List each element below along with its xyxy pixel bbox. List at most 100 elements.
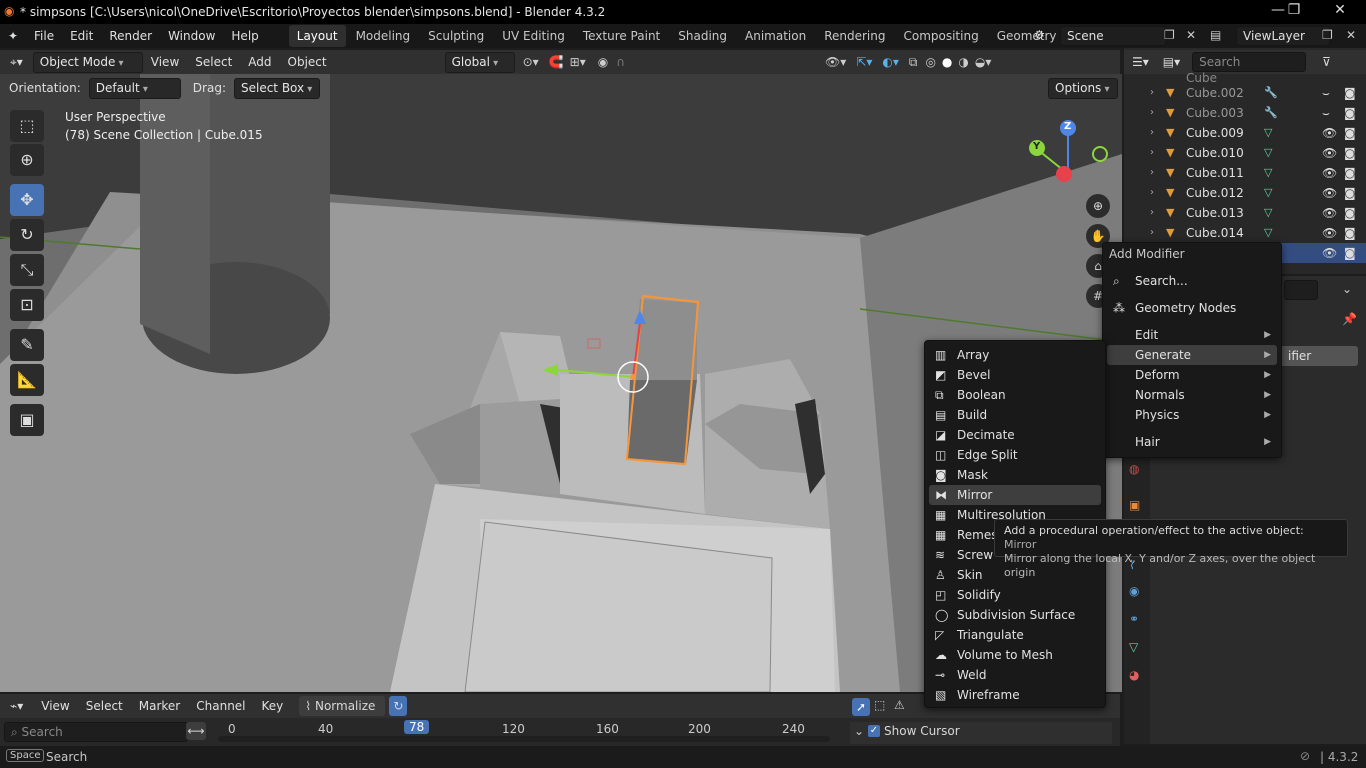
current-frame-indicator[interactable]: 78 xyxy=(404,720,430,734)
expand-icon[interactable]: › xyxy=(1150,103,1154,123)
blender-menu-icon[interactable]: ✦ xyxy=(0,29,26,43)
cursor-tool[interactable]: ⊕ xyxy=(10,144,44,176)
zoom-icon[interactable]: ⊕ xyxy=(1086,194,1110,218)
snap-target-icon[interactable]: ⊞▾ xyxy=(570,55,586,69)
hide-icon[interactable]: ⌣ xyxy=(1322,83,1330,103)
snap-icon[interactable]: 🧲 xyxy=(549,55,564,69)
expand-icon[interactable]: › xyxy=(1150,83,1154,103)
object-tab-icon[interactable]: ▣ xyxy=(1129,498,1140,512)
errors-icon[interactable]: ⚠ xyxy=(894,698,905,712)
tab-sculpting[interactable]: Sculpting xyxy=(420,25,492,47)
list-item[interactable]: › ▼ Cube.014 ▽ 👁 ◙ xyxy=(1124,223,1366,243)
move-tool[interactable]: ✥ xyxy=(10,184,44,216)
orientation-setting-dropdown[interactable]: Default xyxy=(88,77,181,99)
eye-icon[interactable]: 👁 xyxy=(1322,183,1337,203)
menu-render[interactable]: Render xyxy=(101,24,160,48)
close-button[interactable]: ✕ xyxy=(1320,2,1360,18)
camera-icon[interactable]: ◙ xyxy=(1344,203,1356,223)
modifier-decimate[interactable]: ◪ Decimate xyxy=(929,425,1101,445)
tab-rendering[interactable]: Rendering xyxy=(816,25,893,47)
menu-help[interactable]: Help xyxy=(223,24,266,48)
show-cursor-checkbox[interactable]: ✓ xyxy=(868,725,880,737)
list-item[interactable]: › ▼ Cube.010 ▽ 👁 ◙ xyxy=(1124,143,1366,163)
gizmo-toggle-icon[interactable]: ⇱▾ xyxy=(856,55,872,69)
timeline-menu-select[interactable]: Select xyxy=(78,694,131,718)
auto-normalize-icon[interactable]: ↻ xyxy=(389,696,408,716)
eye-icon[interactable]: 👁 xyxy=(1322,223,1337,243)
timeline-menu-view[interactable]: View xyxy=(33,694,77,718)
camera-icon[interactable]: ◙ xyxy=(1344,103,1356,123)
data-tab-icon[interactable]: ▽ xyxy=(1129,640,1138,654)
menu-category-edit[interactable]: Edit ▶ xyxy=(1107,325,1277,345)
eye-icon[interactable]: 👁 xyxy=(1322,243,1337,263)
transform-tool[interactable]: ⊡ xyxy=(10,289,44,321)
modifier-edge-split[interactable]: ◫ Edge Split xyxy=(929,445,1101,465)
menu-category-deform[interactable]: Deform ▶ xyxy=(1107,365,1277,385)
tab-compositing[interactable]: Compositing xyxy=(895,25,986,47)
wireframe-shading-icon[interactable]: ◎ xyxy=(925,55,935,69)
only-selected-icon[interactable]: ➚ xyxy=(852,698,870,716)
maximize-button[interactable]: ❐ xyxy=(1274,2,1314,18)
expand-icon[interactable]: › xyxy=(1150,203,1154,223)
overlay-toggle-icon[interactable]: ◐▾ xyxy=(882,55,899,69)
new-scene-icon[interactable]: ❐ xyxy=(1164,28,1175,42)
modifier-solidify[interactable]: ◰ Solidify xyxy=(929,585,1101,605)
camera-icon[interactable]: ◙ xyxy=(1344,143,1356,163)
eye-icon[interactable]: 👁 xyxy=(1322,123,1337,143)
delete-view-layer-icon[interactable]: ✕ xyxy=(1346,28,1356,42)
timeline-search-input[interactable]: ⌕ Search xyxy=(4,722,188,742)
panel-collapse-icon[interactable]: ⌄ xyxy=(854,724,864,738)
rendered-shading-icon[interactable]: ◒▾ xyxy=(975,55,992,69)
timeline-scrollbar[interactable] xyxy=(218,736,830,742)
list-item[interactable]: › ▼ Cube.002 🔧 ⌣ ◙ xyxy=(1124,83,1366,103)
expand-icon[interactable]: › xyxy=(1150,183,1154,203)
outliner-editor-icon[interactable]: ☰▾ xyxy=(1132,55,1149,69)
physics-tab-icon[interactable]: ◉ xyxy=(1129,584,1139,598)
xray-icon[interactable]: ⧉ xyxy=(909,55,918,70)
normalize-toggle[interactable]: ⌇ Normalize xyxy=(299,696,386,716)
timeline-menu-channel[interactable]: Channel xyxy=(188,694,253,718)
view-layer-field[interactable]: ViewLayer xyxy=(1236,26,1330,46)
menu-file[interactable]: File xyxy=(26,24,62,48)
tab-texture-paint[interactable]: Texture Paint xyxy=(575,25,668,47)
expand-icon[interactable]: › xyxy=(1150,223,1154,243)
eye-icon[interactable]: 👁 xyxy=(1322,163,1337,183)
modifier-mask[interactable]: ◙ Mask xyxy=(929,465,1101,485)
annotate-tool[interactable]: ✎ xyxy=(10,329,44,361)
list-item[interactable]: › ▼ Cube.012 ▽ 👁 ◙ xyxy=(1124,183,1366,203)
menu-window[interactable]: Window xyxy=(160,24,223,48)
visibility-icon[interactable]: 👁▾ xyxy=(825,55,846,69)
menu-category-physics[interactable]: Physics ▶ xyxy=(1107,405,1277,425)
frame-ruler[interactable]: 0 40 78 120 160 200 240 xyxy=(218,718,830,746)
orientation-dropdown[interactable]: Global xyxy=(444,51,515,73)
falloff-icon[interactable]: ∩ xyxy=(616,55,625,69)
constraints-tab-icon[interactable]: ⚭ xyxy=(1129,612,1139,626)
camera-icon[interactable]: ◙ xyxy=(1344,243,1356,263)
timeline-area[interactable]: ⌕ Search ⟷ 0 40 78 120 160 200 240 ⌄ ✓ S… xyxy=(0,718,1120,746)
expand-icon[interactable]: › xyxy=(1150,163,1154,183)
pivot-icon[interactable]: ⊙▾ xyxy=(523,55,539,69)
drag-dropdown[interactable]: Select Box xyxy=(233,77,320,99)
hidden-objects-icon[interactable]: ⬚ xyxy=(874,698,885,712)
material-tab-icon[interactable]: ◕ xyxy=(1129,668,1139,682)
add-modifier-button[interactable]: ifier xyxy=(1274,346,1358,366)
modifier-subdivision-surface[interactable]: ◯ Subdivision Surface xyxy=(929,605,1101,625)
proportional-edit-icon[interactable]: ◉ xyxy=(598,55,608,69)
menu-select[interactable]: Select xyxy=(187,50,240,74)
modifier-wireframe[interactable]: ▧ Wireframe xyxy=(929,685,1101,705)
tab-uv-editing[interactable]: UV Editing xyxy=(494,25,573,47)
camera-icon[interactable]: ◙ xyxy=(1344,183,1356,203)
camera-icon[interactable]: ◙ xyxy=(1344,123,1356,143)
solid-shading-icon[interactable]: ● xyxy=(942,55,952,69)
menu-category-hair[interactable]: Hair ▶ xyxy=(1107,432,1277,452)
list-item[interactable]: › ▼ Cube.013 ▽ 👁 ◙ xyxy=(1124,203,1366,223)
timeline-menu-key[interactable]: Key xyxy=(254,694,292,718)
modifier-weld[interactable]: ⊸ Weld xyxy=(929,665,1101,685)
pin-icon[interactable]: 📌 xyxy=(1342,312,1357,326)
menu-view[interactable]: View xyxy=(143,50,187,74)
scale-tool[interactable]: ⤡ xyxy=(10,254,44,286)
list-item[interactable]: › ▼ Cube.011 ▽ 👁 ◙ xyxy=(1124,163,1366,183)
menu-geometry-nodes[interactable]: ⁂ Geometry Nodes xyxy=(1107,298,1277,318)
scene-icon[interactable]: ⚙ xyxy=(1034,28,1045,42)
hide-icon[interactable]: ⌣ xyxy=(1322,103,1330,123)
